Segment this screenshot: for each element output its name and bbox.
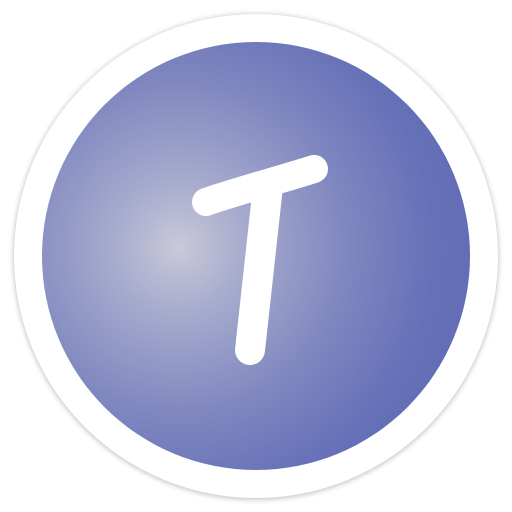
t-letter-icon <box>192 155 328 365</box>
t-stem <box>235 171 283 365</box>
app-icon[interactable] <box>0 0 512 512</box>
